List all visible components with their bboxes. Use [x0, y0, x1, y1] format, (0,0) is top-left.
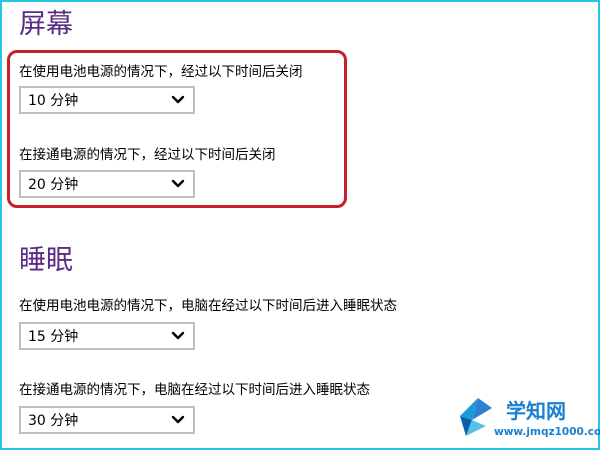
watermark-brand: 学知网: [506, 399, 566, 423]
chevron-down-icon: [171, 415, 185, 424]
watermark: 学知网 www.jmqz1000.com: [452, 386, 600, 450]
sleep-battery-value: 15 分钟: [28, 329, 79, 345]
sleep-section-title: 睡眠: [19, 245, 73, 276]
sleep-battery-select[interactable]: 15 分钟: [19, 322, 195, 350]
sleep-plugged-select[interactable]: 30 分钟: [19, 406, 195, 434]
logo-icon: [460, 398, 492, 436]
highlight-box: [7, 50, 347, 208]
chevron-down-icon: [171, 331, 185, 340]
screen-section-title: 屏幕: [19, 9, 73, 40]
watermark-url: www.jmqz1000.com: [494, 426, 600, 438]
sleep-plugged-label: 在接通电源的情况下，电脑在经过以下时间后进入睡眠状态: [19, 382, 370, 398]
sleep-battery-label: 在使用电池电源的情况下，电脑在经过以下时间后进入睡眠状态: [19, 298, 397, 314]
sleep-plugged-value: 30 分钟: [28, 413, 79, 429]
